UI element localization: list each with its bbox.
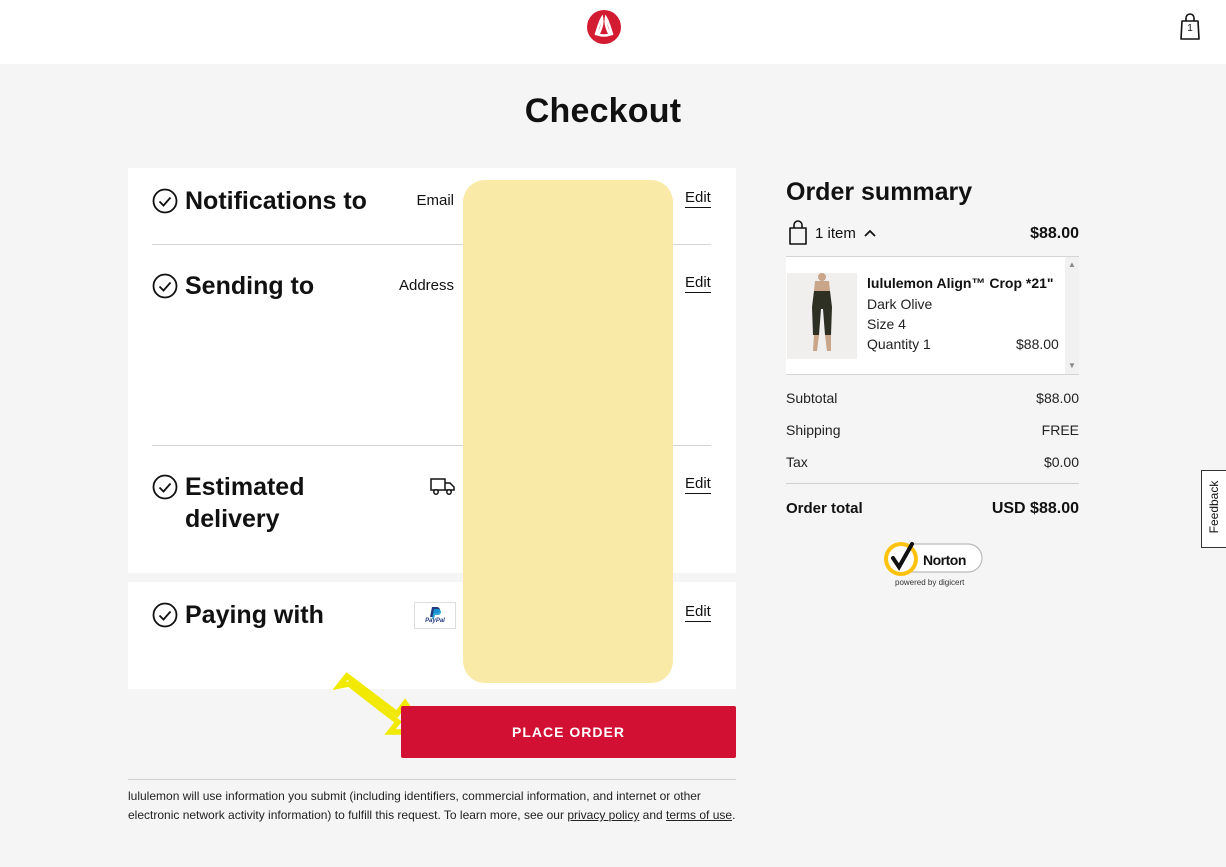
subtotal-label: Subtotal: [786, 390, 838, 406]
bag-count-badge: 1: [1187, 23, 1193, 34]
chevron-up-icon: [864, 229, 876, 237]
sending-to-title: Sending to: [185, 272, 315, 300]
terms-of-use-link[interactable]: terms of use: [666, 808, 732, 822]
check-circle-icon: [152, 602, 178, 628]
estimated-delivery-line1: Estimated: [185, 473, 305, 501]
lululemon-logo[interactable]: [586, 9, 622, 45]
disclaimer-and: and: [639, 808, 667, 822]
feedback-tab[interactable]: Feedback: [1201, 470, 1226, 548]
check-circle-icon: [152, 273, 178, 299]
scroll-up-arrow-icon[interactable]: ▲: [1068, 260, 1076, 269]
items-scrollbar[interactable]: ▲ ▼: [1065, 257, 1079, 374]
shipping-row: Shipping FREE: [786, 422, 1079, 438]
email-label: Email: [416, 192, 454, 209]
redacted-personal-info: [463, 180, 673, 683]
product-price: $88.00: [1016, 336, 1059, 352]
place-order-button[interactable]: PLACE ORDER: [401, 706, 736, 758]
estimated-delivery-title: Estimated delivery: [185, 471, 304, 535]
subtotal-row: Subtotal $88.00: [786, 390, 1079, 406]
order-total-row: Order total USD $88.00: [786, 500, 1079, 517]
paypal-icon: [430, 607, 441, 619]
scroll-down-arrow-icon[interactable]: ▼: [1068, 361, 1076, 370]
total-divider: [786, 483, 1079, 484]
items-count-label[interactable]: 1 item: [815, 225, 877, 242]
tax-label: Tax: [786, 454, 808, 470]
shipping-label: Shipping: [786, 422, 841, 438]
check-circle-icon: [152, 188, 178, 214]
feedback-label: Feedback: [1207, 480, 1221, 534]
norton-seal[interactable]: Norton powered by digicert: [882, 536, 986, 592]
paypal-logo: PayPal: [414, 602, 456, 629]
product-color: Dark Olive: [867, 296, 933, 312]
shopping-bag-button[interactable]: 1: [1178, 12, 1202, 42]
delivery-truck-icon: [430, 478, 455, 495]
items-count-text: 1 item: [815, 225, 856, 242]
edit-delivery-link[interactable]: Edit: [685, 475, 711, 494]
items-total: $88.00: [1030, 225, 1079, 242]
disclaimer-end: .: [732, 808, 736, 822]
leggings-image: [812, 273, 832, 351]
norton-label: Norton: [923, 552, 966, 568]
product-name[interactable]: lululemon Align™ Crop *21": [867, 275, 1054, 291]
tax-row: Tax $0.00: [786, 454, 1079, 470]
top-bar: 1: [0, 0, 1226, 64]
check-circle-icon: [152, 474, 178, 500]
product-size: Size 4: [867, 316, 906, 332]
privacy-disclaimer: lululemon will use information you submi…: [128, 787, 738, 825]
norton-powered-by: powered by digicert: [895, 578, 965, 587]
order-line-item: lululemon Align™ Crop *21" Dark Olive Si…: [786, 256, 1079, 375]
edit-address-link[interactable]: Edit: [685, 274, 711, 293]
subtotal-value: $88.00: [1036, 390, 1079, 406]
order-total-value: USD $88.00: [991, 500, 1079, 517]
estimated-delivery-line2: delivery: [185, 505, 280, 533]
edit-payment-link[interactable]: Edit: [685, 603, 711, 622]
order-summary-title: Order summary: [786, 178, 973, 206]
bag-icon: [789, 220, 807, 245]
paypal-text: PayPal: [425, 618, 445, 624]
order-items-toggle[interactable]: 1 item $88.00: [786, 220, 1079, 248]
edit-notifications-link[interactable]: Edit: [685, 189, 711, 208]
footer-divider: [128, 779, 736, 780]
address-label: Address: [398, 277, 454, 294]
product-image[interactable]: [787, 273, 857, 359]
product-quantity: Quantity 1: [867, 336, 931, 352]
paying-with-title: Paying with: [185, 601, 324, 629]
shipping-value: FREE: [1041, 422, 1079, 438]
tax-value: $0.00: [1043, 454, 1079, 470]
privacy-policy-link[interactable]: privacy policy: [567, 808, 639, 822]
page-title: Checkout: [524, 92, 682, 130]
order-total-label: Order total: [786, 500, 863, 517]
